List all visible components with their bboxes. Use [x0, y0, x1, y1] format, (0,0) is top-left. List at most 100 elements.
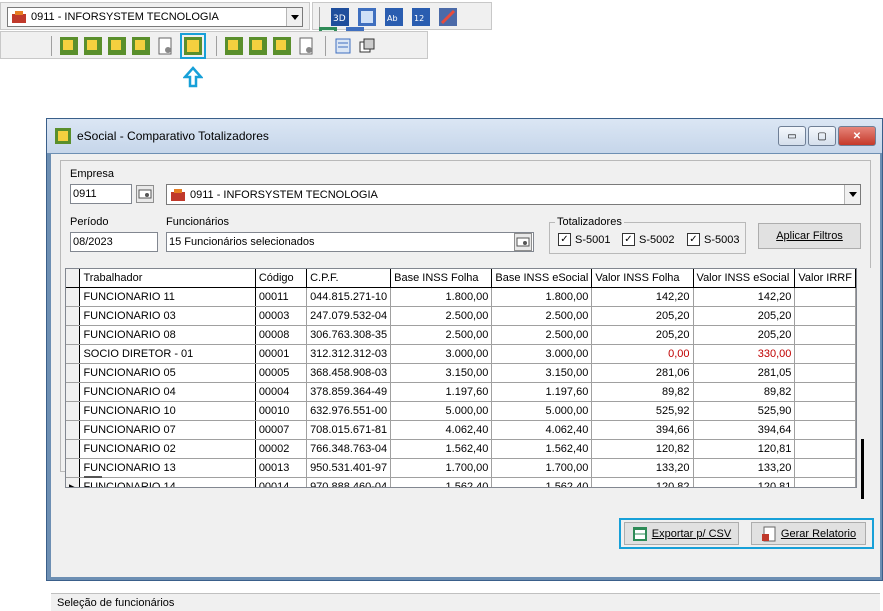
- cell-trabalhador[interactable]: FUNCIONARIO 04: [79, 382, 256, 402]
- esocial-doc-icon[interactable]: [156, 37, 174, 55]
- cell-valor-esocial[interactable]: 120,81: [693, 439, 796, 459]
- esocial-e2-icon[interactable]: [273, 37, 291, 55]
- cell-valor-esocial[interactable]: 89,82: [693, 382, 796, 402]
- s5002-checkbox[interactable]: ✓ S-5002: [622, 233, 674, 246]
- gerar-relatorio-button[interactable]: Gerar Relatorio: [751, 522, 866, 545]
- periodo-input[interactable]: 08/2023: [70, 232, 158, 252]
- list-icon[interactable]: [334, 37, 352, 55]
- maximize-button[interactable]: ▢: [808, 126, 836, 146]
- row-indicator[interactable]: [66, 306, 81, 326]
- table-row[interactable]: FUNCIONARIO 02 00002 766.348.763-04 1.562,4…: [66, 439, 856, 459]
- s5001-checkbox[interactable]: ✓ S-5001: [558, 233, 610, 246]
- exportar-csv-button[interactable]: Exportar p/ CSV: [624, 522, 739, 545]
- cell-valor-esocial[interactable]: 133,20: [693, 458, 796, 478]
- col-cpf[interactable]: C.P.F.: [306, 269, 392, 288]
- cell-valor-folha[interactable]: 281,06: [591, 363, 694, 383]
- row-indicator[interactable]: [66, 382, 81, 402]
- empresa-combo[interactable]: 0911 - INFORSYSTEM TECNOLOGIA: [166, 184, 861, 205]
- cell-cpf[interactable]: 766.348.763-04: [306, 439, 392, 459]
- cell-valor-folha[interactable]: 120,82: [591, 439, 694, 459]
- row-indicator[interactable]: ▶: [66, 477, 81, 487]
- cell-cpf[interactable]: 970.888.460-04: [306, 477, 392, 487]
- calendar-report-icon[interactable]: 12: [412, 8, 431, 26]
- cell-valor-irrf[interactable]: [794, 477, 856, 487]
- cell-trabalhador[interactable]: FUNCIONARIO 07: [79, 420, 256, 440]
- col-valor-irrf[interactable]: Valor IRRF: [794, 269, 856, 288]
- col-base-inss-esocial[interactable]: Base INSS eSocial: [491, 269, 593, 288]
- row-indicator[interactable]: [66, 439, 81, 459]
- ab-report-icon[interactable]: Ab: [385, 8, 404, 26]
- cell-cpf[interactable]: 306.763.308-35: [306, 325, 392, 345]
- cell-base-esocial[interactable]: 4.062,40: [491, 420, 593, 440]
- cell-cpf[interactable]: 044.815.271-10: [306, 287, 392, 307]
- table-row[interactable]: FUNCIONARIO 04 00004 378.859.364-49 1.197,6…: [66, 382, 856, 402]
- cell-base-folha[interactable]: 2.500,00: [390, 306, 493, 326]
- cell-valor-esocial[interactable]: 281,05: [693, 363, 796, 383]
- cell-valor-irrf[interactable]: [794, 439, 856, 459]
- cell-cpf[interactable]: 708.015.671-81: [306, 420, 392, 440]
- cell-valor-esocial[interactable]: 205,20: [693, 325, 796, 345]
- cell-trabalhador[interactable]: FUNCIONARIO 02: [79, 439, 256, 459]
- totalizadores-grid[interactable]: Trabalhador Código C.P.F. Base INSS Folh…: [65, 268, 857, 488]
- cell-codigo[interactable]: 00010: [255, 401, 308, 421]
- cell-valor-folha[interactable]: 0,00: [591, 344, 694, 364]
- esocial-dt2-icon[interactable]: [225, 37, 243, 55]
- col-valor-inss-esocial[interactable]: Valor INSS eSocial: [693, 269, 796, 288]
- cell-codigo[interactable]: 00001: [255, 344, 308, 364]
- cell-valor-esocial[interactable]: 330,00: [693, 344, 796, 364]
- cell-valor-irrf[interactable]: [794, 287, 856, 307]
- row-indicator[interactable]: [66, 287, 81, 307]
- cell-cpf[interactable]: 312.312.312-03: [306, 344, 392, 364]
- 3d-report-icon[interactable]: 3D: [331, 8, 350, 26]
- cell-trabalhador[interactable]: FUNCIONARIO 11: [79, 287, 256, 307]
- cell-codigo[interactable]: 00011: [255, 287, 308, 307]
- cell-base-folha[interactable]: 3.150,00: [390, 363, 493, 383]
- cell-codigo[interactable]: 00005: [255, 363, 308, 383]
- table-row[interactable]: FUNCIONARIO 11 00011 044.815.271-10 1.800,0…: [66, 287, 856, 307]
- cell-base-folha[interactable]: 2.500,00: [390, 325, 493, 345]
- cell-trabalhador[interactable]: FUNCIONARIO 13: [79, 458, 256, 478]
- cell-trabalhador[interactable]: FUNCIONARIO 05: [79, 363, 256, 383]
- table-row[interactable]: FUNCIONARIO 07 00007 708.015.671-81 4.062,4…: [66, 420, 856, 440]
- cell-base-folha[interactable]: 5.000,00: [390, 401, 493, 421]
- esocial-np-icon[interactable]: [84, 37, 102, 55]
- cell-codigo[interactable]: 00004: [255, 382, 308, 402]
- cell-valor-folha[interactable]: 205,20: [591, 306, 694, 326]
- funcionarios-input[interactable]: 15 Funcionários selecionados: [166, 232, 534, 252]
- cell-codigo[interactable]: 00008: [255, 325, 308, 345]
- cell-valor-folha[interactable]: 205,20: [591, 325, 694, 345]
- cell-base-esocial[interactable]: 1.700,00: [491, 458, 593, 478]
- grid-scroll-thumb[interactable]: [861, 439, 864, 499]
- company-combo[interactable]: 0911 - INFORSYSTEM TECNOLOGIA: [7, 7, 303, 27]
- table-row[interactable]: FUNCIONARIO 10 00010 632.976.551-00 5.000,0…: [66, 401, 856, 421]
- cell-base-folha[interactable]: 1.562,40: [390, 439, 493, 459]
- cell-codigo[interactable]: 00007: [255, 420, 308, 440]
- esocial-dt-icon[interactable]: [60, 37, 78, 55]
- table-row[interactable]: FUNCIONARIO 13 00013 950.531.401-97 1.700,0…: [66, 458, 856, 478]
- cell-base-folha[interactable]: 1.562,40: [390, 477, 493, 487]
- cell-valor-esocial[interactable]: 525,90: [693, 401, 796, 421]
- row-indicator[interactable]: [66, 344, 81, 364]
- cell-valor-folha[interactable]: 142,20: [591, 287, 694, 307]
- cell-trabalhador[interactable]: FUNCIONARIO 10: [79, 401, 256, 421]
- close-button[interactable]: ✕: [838, 126, 876, 146]
- cell-valor-irrf[interactable]: [794, 325, 856, 345]
- col-codigo[interactable]: Código: [255, 269, 308, 288]
- cell-codigo[interactable]: 00014: [255, 477, 308, 487]
- cell-valor-esocial[interactable]: 205,20: [693, 306, 796, 326]
- cell-trabalhador[interactable]: FUNCIONARIO 08: [79, 325, 256, 345]
- esocial-doc2-icon[interactable]: [297, 37, 315, 55]
- cell-base-esocial[interactable]: 2.500,00: [491, 325, 593, 345]
- row-indicator[interactable]: [66, 458, 81, 478]
- cell-cpf[interactable]: 368.458.908-03: [306, 363, 392, 383]
- cell-valor-folha[interactable]: 89,82: [591, 382, 694, 402]
- col-valor-inss-folha[interactable]: Valor INSS Folha: [591, 269, 694, 288]
- grid-report-icon[interactable]: [358, 8, 377, 26]
- cell-base-esocial[interactable]: 2.500,00: [491, 306, 593, 326]
- cell-base-esocial[interactable]: 5.000,00: [491, 401, 593, 421]
- cell-valor-irrf[interactable]: [794, 344, 856, 364]
- row-indicator[interactable]: [66, 363, 81, 383]
- cell-valor-irrf[interactable]: [794, 306, 856, 326]
- cell-base-folha[interactable]: 1.197,60: [390, 382, 493, 402]
- cell-valor-esocial[interactable]: 120,81: [693, 477, 796, 487]
